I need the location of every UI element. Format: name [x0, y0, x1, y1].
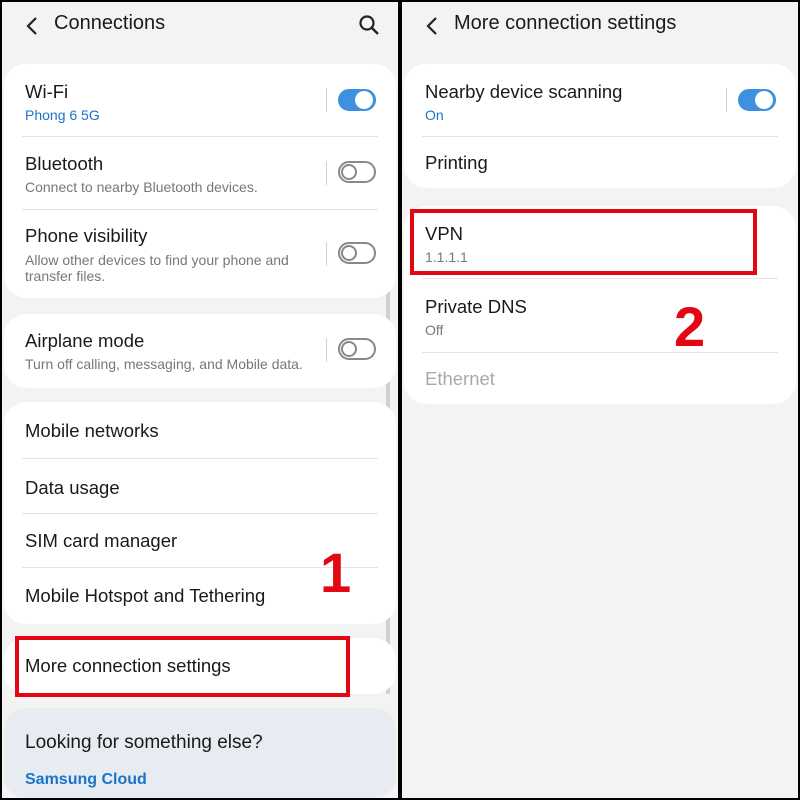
printing-row[interactable]: Printing [404, 137, 796, 188]
divider [326, 242, 327, 266]
suggestions-card: Looking for something else? Samsung Clou… [4, 708, 396, 798]
page-title: More connection settings [454, 12, 677, 34]
more-connection-settings-screen: More connection settings Nearby device s… [402, 2, 798, 798]
airplane-card: Airplane mode Turn off calling, messagin… [4, 314, 396, 388]
bluetooth-toggle[interactable] [338, 161, 376, 183]
hotspot-label: Mobile Hotspot and Tethering [25, 585, 266, 606]
highlight-box [15, 636, 350, 697]
bluetooth-desc: Connect to nearby Bluetooth devices. [25, 179, 258, 195]
back-arrow-icon[interactable] [422, 14, 444, 38]
sim-manager-label: SIM card manager [25, 530, 178, 551]
nearby-scanning-label: Nearby device scanning [425, 81, 623, 102]
bluetooth-row[interactable]: Bluetooth Connect to nearby Bluetooth de… [4, 137, 396, 209]
private-dns-row[interactable]: Private DNS Off [404, 279, 796, 352]
phone-visibility-toggle[interactable] [338, 242, 376, 264]
step-number-2: 2 [674, 295, 706, 358]
divider [326, 161, 327, 185]
divider [326, 88, 327, 112]
data-usage-row[interactable]: Data usage [4, 459, 396, 513]
nearby-scanning-status: On [425, 107, 444, 123]
wifi-label: Wi-Fi [25, 81, 69, 102]
mobile-networks-label: Mobile networks [25, 420, 159, 441]
scan-print-card: Nearby device scanning On Printing [404, 64, 796, 188]
connections-screen: Connections Wi-Fi Phong 6 5G Bluetooth C… [2, 2, 398, 798]
nearby-scanning-row[interactable]: Nearby device scanning On [404, 64, 796, 136]
ethernet-row: Ethernet [404, 353, 796, 404]
divider [326, 338, 327, 362]
airplane-label: Airplane mode [25, 330, 145, 351]
airplane-desc: Turn off calling, messaging, and Mobile … [25, 356, 303, 372]
phone-visibility-desc-2: transfer files. [25, 268, 106, 284]
highlight-box [410, 209, 757, 275]
airplane-toggle[interactable] [338, 338, 376, 360]
airplane-row[interactable]: Airplane mode Turn off calling, messagin… [4, 314, 396, 388]
back-arrow-icon[interactable] [22, 14, 44, 38]
wifi-network: Phong 6 5G [25, 107, 100, 123]
phone-visibility-row[interactable]: Phone visibility Allow other devices to … [4, 210, 396, 298]
data-usage-label: Data usage [25, 477, 120, 498]
phone-visibility-desc-1: Allow other devices to find your phone a… [25, 252, 289, 268]
bluetooth-label: Bluetooth [25, 153, 104, 174]
suggestions-heading: Looking for something else? [25, 732, 263, 753]
phone-visibility-label: Phone visibility [25, 225, 148, 246]
step-number-1: 1 [320, 541, 352, 604]
wifi-row[interactable]: Wi-Fi Phong 6 5G [4, 64, 396, 136]
private-dns-label: Private DNS [425, 296, 527, 317]
search-icon[interactable] [358, 14, 380, 36]
nearby-scanning-toggle[interactable] [738, 89, 776, 111]
header: Connections [2, 2, 398, 50]
samsung-cloud-link[interactable]: Samsung Cloud [25, 771, 147, 789]
mobile-networks-row[interactable]: Mobile networks [4, 402, 396, 458]
private-dns-value: Off [425, 322, 444, 338]
divider [726, 88, 727, 112]
wireless-card: Wi-Fi Phong 6 5G Bluetooth Connect to ne… [4, 64, 396, 298]
ethernet-label: Ethernet [425, 368, 495, 389]
page-title: Connections [54, 12, 166, 34]
wifi-toggle[interactable] [338, 89, 376, 111]
printing-label: Printing [425, 152, 488, 173]
header: More connection settings [402, 2, 798, 50]
